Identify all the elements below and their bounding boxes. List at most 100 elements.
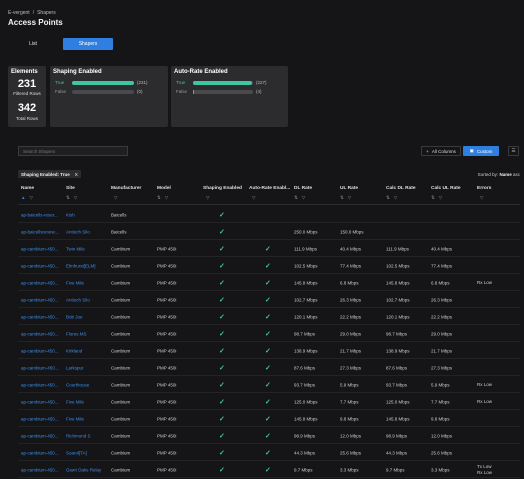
table-row[interactable]: ap-cambium-450... Elmhurst[ELM] Cambium PMP… [0, 257, 524, 274]
autorate-true-row[interactable]: True (227) [176, 80, 267, 85]
filter-icon[interactable]: ▽ [480, 195, 484, 200]
cell-site[interactable]: Five Mile [66, 280, 84, 285]
menu-icon[interactable]: ☰ [508, 146, 519, 156]
table-row[interactable]: ap-cambium-450... Richmond S Cambium PMP 45… [0, 427, 524, 444]
cell-ul: 27.3 Mbps [340, 365, 362, 370]
cell-name[interactable]: ap-cambium-450... [21, 416, 59, 421]
sort-asc-icon[interactable]: ▲ [21, 195, 26, 200]
search-input[interactable] [18, 146, 128, 156]
cell-cdl: 98.7 Mbps [386, 331, 408, 336]
cell-site[interactable]: Giant Oaks Relay [66, 467, 101, 472]
column-header[interactable]: Calc DL Rate [386, 186, 416, 191]
sort-icon[interactable]: ⇅ [340, 195, 345, 200]
filter-icon[interactable]: ▽ [439, 195, 443, 200]
cell-site[interactable]: Antioch Silo [66, 229, 90, 234]
breadcrumb-root[interactable]: E-vergent [8, 10, 30, 16]
filter-icon[interactable]: ▽ [252, 195, 256, 200]
sort-indicator: Sorted by: Name asc [478, 172, 520, 177]
table-row[interactable]: ap-cambium-450... Bob Joe Cambium PMP 450i ✓… [0, 308, 524, 325]
total-label: Total Rows [15, 116, 38, 121]
cell-name[interactable]: ap-cambium-450... [21, 450, 59, 455]
cell-site[interactable]: Kish [66, 212, 75, 217]
custom-button[interactable]: ▣ Custom [463, 146, 499, 156]
filter-icon[interactable]: ▽ [74, 195, 78, 200]
cell-site[interactable]: Flores MS [66, 331, 87, 336]
cell-name[interactable]: ap-baicellsrenew... [21, 229, 58, 234]
shaping-true-row[interactable]: True (231) [55, 80, 148, 85]
filter-chip[interactable]: Shaping Enabled: True X [18, 170, 81, 178]
filter-icon[interactable]: ▽ [206, 195, 210, 200]
table-row[interactable]: ap-cambium-450... Larkspur Cambium PMP 450i… [0, 359, 524, 376]
column-header[interactable]: Calc UL Rate [431, 186, 461, 191]
cell-name[interactable]: ap-baicells-reser... [21, 212, 58, 217]
cell-site[interactable]: Soarol[TA] [66, 450, 87, 455]
cell-name[interactable]: ap-cambium-450... [21, 331, 59, 336]
check-icon: ✓ [265, 279, 271, 287]
column-header[interactable]: Errors [477, 186, 491, 191]
sort-icon[interactable]: ⇅ [66, 195, 71, 200]
sort-icon[interactable]: ⇅ [431, 195, 436, 200]
cell-name[interactable]: ap-cambium-450... [21, 467, 59, 472]
column-header[interactable]: Shaping Enabled [203, 186, 242, 191]
cell-site[interactable]: Twin Mile [66, 246, 85, 251]
cell-cul: 25.6 Mbps [431, 450, 453, 455]
column-header[interactable]: UL Rate [340, 186, 358, 191]
tab-shapers[interactable]: Shapers [63, 38, 113, 50]
cell-name[interactable]: ap-cambium-450... [21, 382, 59, 387]
table-row[interactable]: ap-baicellsrenew... Antioch Silo Baicells ✓… [0, 223, 524, 240]
cell-site[interactable]: Larkspur [66, 365, 84, 370]
table-row[interactable]: ap-cambium-450... Soarol[TA] Cambium PMP 45… [0, 444, 524, 461]
cell-site[interactable]: Courthouse [66, 382, 89, 387]
cell-site[interactable]: Kirkland [66, 348, 82, 353]
cell-cdl: 98.9 Mbps [386, 433, 408, 438]
table-row[interactable]: ap-cambium-450... Courthouse Cambium PMP 45… [0, 376, 524, 393]
tab-list[interactable]: List [8, 38, 58, 50]
cell-mfr: Cambium [111, 433, 131, 438]
filter-icon[interactable]: ▽ [302, 195, 306, 200]
table-row[interactable]: ap-cambium-450... Five Mile Cambium PMP 450… [0, 274, 524, 291]
cell-name[interactable]: ap-cambium-450... [21, 263, 59, 268]
cell-name[interactable]: ap-cambium-450... [21, 365, 59, 370]
cell-site[interactable]: Bob Joe [66, 314, 83, 319]
cell-site[interactable]: Elmhurst[ELM] [66, 263, 96, 268]
filter-icon[interactable]: ▽ [165, 195, 169, 200]
autorate-false-row[interactable]: False (4) [176, 89, 262, 94]
cell-name[interactable]: ap-cambium-450... [21, 399, 59, 404]
all-columns-button[interactable]: + All Columns [421, 146, 461, 156]
cell-name[interactable]: ap-cambium-450... [21, 348, 59, 353]
table-row[interactable]: ap-cambium-450... Giant Oaks Relay Cambium… [0, 461, 524, 478]
table-row[interactable]: ap-cambium-450... Twin Mile Cambium PMP 450… [0, 240, 524, 257]
column-header[interactable]: Auto-Rate Enabl... [249, 186, 290, 191]
sort-icon[interactable]: ⇅ [294, 195, 299, 200]
table-row[interactable]: ap-cambium-450... Five Mile Cambium PMP 450… [0, 410, 524, 427]
cell-site[interactable]: Richmond S [66, 433, 91, 438]
autorate-enabled-card: Auto-Rate Enabled True (227) False (4) [171, 66, 288, 127]
filter-icon[interactable]: ▽ [114, 195, 118, 200]
cell-site[interactable]: Five Mile [66, 416, 84, 421]
cell-site[interactable]: Antioch Silo [66, 297, 90, 302]
filter-icon[interactable]: ▽ [29, 195, 33, 200]
table-row[interactable]: ap-baicells-reser... Kish Baicells ✓ [0, 206, 524, 223]
autorate-true-bar-fill [193, 80, 252, 85]
cell-name[interactable]: ap-cambium-450... [21, 433, 59, 438]
column-header[interactable]: Site [66, 186, 75, 191]
column-header[interactable]: DL Rate [294, 186, 312, 191]
cell-site[interactable]: Five Mile [66, 399, 84, 404]
filter-icon[interactable]: ▽ [394, 195, 398, 200]
close-icon[interactable]: X [75, 172, 78, 177]
table-row[interactable]: ap-cambium-450... Kirkland Cambium PMP 450i… [0, 342, 524, 359]
column-header[interactable]: Name [21, 186, 34, 191]
sort-icon[interactable]: ⇅ [157, 195, 162, 200]
shaping-false-row[interactable]: False (0) [55, 89, 143, 94]
cell-name[interactable]: ap-cambium-450... [21, 280, 59, 285]
table-row[interactable]: ap-cambium-450... Five Mile Cambium PMP 450… [0, 393, 524, 410]
filter-icon[interactable]: ▽ [348, 195, 352, 200]
column-header[interactable]: Model [157, 186, 171, 191]
table-row[interactable]: ap-cambium-450... Flores MS Cambium PMP 450… [0, 325, 524, 342]
cell-name[interactable]: ap-cambium-450... [21, 246, 59, 251]
column-header[interactable]: Manufacturer [111, 186, 141, 191]
cell-name[interactable]: ap-cambium-450... [21, 297, 59, 302]
table-row[interactable]: ap-cambium-450... Antioch Silo Cambium PMP … [0, 291, 524, 308]
sort-icon[interactable]: ⇅ [386, 195, 391, 200]
cell-name[interactable]: ap-cambium-450... [21, 314, 59, 319]
